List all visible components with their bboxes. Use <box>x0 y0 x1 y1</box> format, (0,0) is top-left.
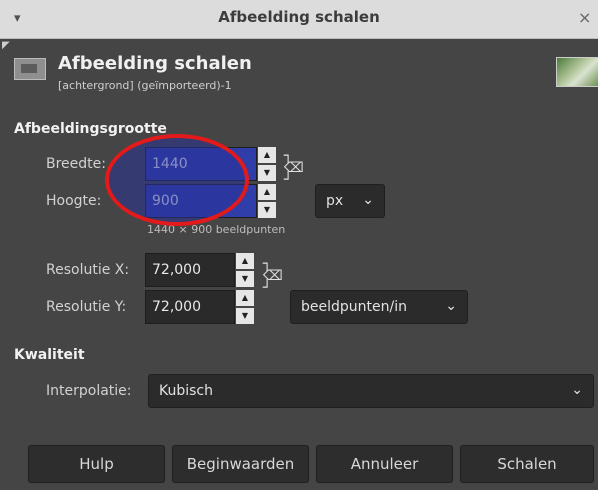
resolution-x-stepper[interactable]: ▲ ▼ <box>236 253 254 287</box>
decrement-icon[interactable]: ▼ <box>258 202 276 218</box>
help-button[interactable]: Hulp <box>28 445 165 483</box>
window-title: Afbeelding schalen <box>218 8 380 26</box>
scale-button[interactable]: Schalen <box>460 445 594 483</box>
height-label: Hoogte: <box>46 193 102 209</box>
increment-icon[interactable]: ▲ <box>258 147 276 163</box>
quality-section-label: Kwaliteit <box>14 347 85 363</box>
increment-icon[interactable]: ▲ <box>236 253 254 269</box>
decrement-icon[interactable]: ▼ <box>258 165 276 181</box>
image-thumbnail <box>556 57 598 87</box>
resolution-y-stepper[interactable]: ▲ ▼ <box>236 290 254 324</box>
dialog-subtitle: [achtergrond] (geïmporteerd)-1 <box>58 79 232 92</box>
chevron-down-icon: ⌄ <box>571 382 583 398</box>
resolution-unit-value: beeldpunten/in <box>301 299 407 315</box>
image-size-section-label: Afbeeldingsgrootte <box>14 121 167 137</box>
highlight-annotation <box>105 134 249 226</box>
image-icon <box>14 58 46 80</box>
height-stepper[interactable]: ▲ ▼ <box>258 184 276 218</box>
width-stepper[interactable]: ▲ ▼ <box>258 147 276 181</box>
interpolation-select[interactable]: Kubisch ⌄ <box>148 374 594 408</box>
increment-icon[interactable]: ▲ <box>258 184 276 200</box>
resolution-unit-select[interactable]: beeldpunten/in ⌄ <box>290 290 468 324</box>
size-unit-select[interactable]: px ⌄ <box>315 184 385 218</box>
resolution-x-label: Resolutie X: <box>46 262 130 278</box>
interpolation-label: Interpolatie: <box>46 383 132 399</box>
size-unit-value: px <box>326 193 344 209</box>
interpolation-value: Kubisch <box>159 383 213 399</box>
reset-button[interactable]: Beginwaarden <box>172 445 309 483</box>
resolution-y-field[interactable]: 72,000 <box>145 290 235 324</box>
chain-link-icon[interactable]: ┐ ⌫ ┘ <box>284 149 304 187</box>
chevron-down-icon: ⌄ <box>445 298 457 314</box>
cancel-button[interactable]: Annuleer <box>316 445 453 483</box>
decrement-icon[interactable]: ▼ <box>236 271 254 287</box>
increment-icon[interactable]: ▲ <box>236 290 254 306</box>
chevron-down-icon: ⌄ <box>362 192 374 208</box>
chain-link-icon[interactable]: ┐ ⌫ ┘ <box>263 257 283 295</box>
detach-icon[interactable]: ◤ <box>2 40 10 51</box>
title-bar: ▾ Afbeelding schalen × <box>0 0 598 39</box>
width-label: Breedte: <box>46 156 106 172</box>
decrement-icon[interactable]: ▼ <box>236 308 254 324</box>
dialog-heading: Afbeelding schalen <box>58 53 252 74</box>
close-icon[interactable]: × <box>578 8 591 27</box>
resolution-x-field[interactable]: 72,000 <box>145 253 235 287</box>
resolution-y-label: Resolutie Y: <box>46 299 127 315</box>
